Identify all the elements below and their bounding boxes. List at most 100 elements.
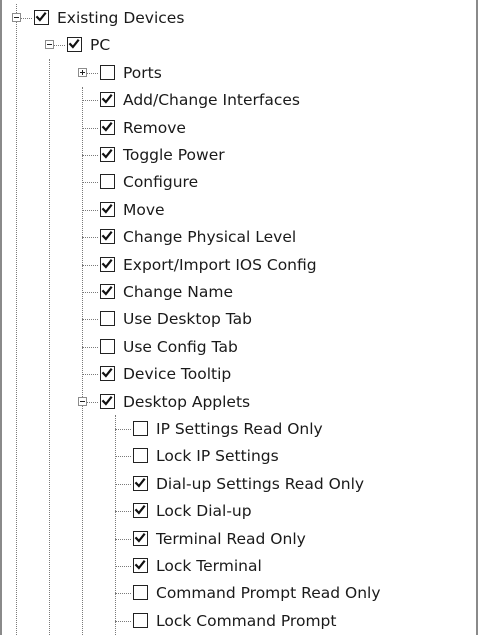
checkbox-checked[interactable]: [100, 201, 115, 217]
tree-node-move[interactable]: Move: [0, 197, 470, 224]
collapse-icon[interactable]: [45, 40, 54, 50]
tree-node-label: Command Prompt Read Only: [156, 584, 381, 603]
tree-node-device-tooltip[interactable]: Device Tooltip: [0, 361, 470, 388]
checkbox-checked[interactable]: [133, 503, 148, 519]
checkmark-icon: [101, 203, 113, 214]
tree-connector: [82, 237, 98, 239]
checkmark-icon: [134, 560, 146, 570]
tree-node-label: Lock IP Settings: [156, 447, 279, 466]
tree-connector: [82, 127, 98, 129]
tree-node-label: IP Settings Read Only: [156, 420, 323, 438]
tree-node-use-desktop-tab[interactable]: Use Desktop Tab: [0, 306, 470, 333]
checkbox-unchecked[interactable]: [133, 585, 148, 601]
checkmark-icon: [101, 121, 113, 132]
tree-connector: [82, 319, 98, 321]
tree-node-label: Lock Command Prompt: [156, 611, 337, 630]
checkbox-checked[interactable]: [100, 119, 115, 135]
checkbox-checked[interactable]: [100, 393, 115, 409]
tree-node-label: Remove: [123, 118, 186, 137]
checkbox-checked[interactable]: [34, 10, 49, 25]
tree-node-label: Change Name: [123, 283, 233, 301]
tree-node-export-import-ios-config[interactable]: Export/Import IOS Config: [0, 252, 470, 279]
tree-node-command-prompt-read-only[interactable]: Command Prompt Read Only: [0, 580, 470, 607]
checkmark-icon: [134, 477, 146, 488]
tree-node-label: Desktop Applets: [123, 392, 251, 411]
tree-node-lock-terminal[interactable]: Lock Terminal: [0, 553, 470, 580]
checkbox-checked[interactable]: [133, 558, 148, 573]
tree-connector: [82, 374, 98, 376]
tree-node-label: Use Desktop Tab: [123, 310, 252, 329]
tree-node-label: Device Tooltip: [123, 365, 232, 384]
tree-connector: [115, 483, 131, 485]
checkbox-unchecked[interactable]: [133, 448, 148, 464]
tree-connector: [115, 511, 131, 513]
checkmark-icon: [101, 286, 113, 296]
tree-node-label: Dial-up Settings Read Only: [156, 474, 365, 493]
tree-node-label: Export/Import IOS Config: [123, 255, 317, 274]
tree-connector: [82, 264, 98, 266]
tree-connector: [115, 429, 131, 430]
tree-node-label: Configure: [123, 173, 199, 192]
tree-node-ip-settings-read-only[interactable]: IP Settings Read Only: [0, 416, 470, 443]
checkmark-icon: [101, 395, 113, 406]
checkbox-checked[interactable]: [100, 92, 115, 108]
tree-node-configure[interactable]: Configure: [0, 169, 470, 196]
tree-node-label: Use Config Tab: [123, 337, 238, 356]
tree-node-add-change-interfaces[interactable]: Add/Change Interfaces: [0, 87, 470, 114]
tree-node-label: Existing Devices: [57, 9, 185, 27]
tree-node-lock-dial-up[interactable]: Lock Dial-up: [0, 498, 470, 525]
tree-connector: [115, 566, 131, 567]
tree-connector: [115, 593, 131, 595]
collapse-icon[interactable]: [78, 396, 87, 406]
tree-node-lock-command-prompt[interactable]: Lock Command Prompt: [0, 608, 470, 635]
tree-node-toggle-power[interactable]: Toggle Power: [0, 142, 470, 169]
tree-connector: [82, 100, 98, 102]
checkbox-checked[interactable]: [133, 475, 148, 491]
tree-node-use-config-tab[interactable]: Use Config Tab: [0, 334, 470, 361]
tree-connector: [82, 292, 98, 293]
checkbox-unchecked[interactable]: [100, 338, 115, 354]
checkbox-checked[interactable]: [100, 147, 115, 162]
checkbox-checked[interactable]: [100, 256, 115, 272]
tree-node-label: Move: [123, 200, 165, 219]
tree-node-dial-up-settings-read-only[interactable]: Dial-up Settings Read Only: [0, 471, 470, 498]
checkmark-icon: [134, 505, 146, 515]
tree-node-label: PC: [90, 36, 111, 55]
tree-connector: [115, 456, 131, 458]
tree-node-ports[interactable]: Ports: [0, 60, 470, 87]
tree-node-remove[interactable]: Remove: [0, 115, 470, 142]
tree-connector: [115, 620, 131, 622]
tree-node-label: Ports: [123, 63, 162, 82]
tree-node-change-physical-level[interactable]: Change Physical Level: [0, 224, 470, 251]
tree-node-label: Lock Dial-up: [156, 502, 252, 521]
checkbox-unchecked[interactable]: [133, 612, 148, 628]
tree-node-label: Lock Terminal: [156, 557, 262, 575]
checkbox-checked[interactable]: [133, 530, 148, 546]
checkmark-icon: [101, 94, 113, 104]
tree-connector: [82, 209, 98, 211]
tree-node-label: Add/Change Interfaces: [123, 91, 300, 110]
checkbox-checked[interactable]: [100, 284, 115, 299]
tree-node-terminal-read-only[interactable]: Terminal Read Only: [0, 526, 470, 553]
checkbox-unchecked[interactable]: [100, 174, 115, 190]
checkbox-unchecked[interactable]: [100, 311, 115, 327]
checkmark-icon: [68, 39, 80, 50]
checkbox-unchecked[interactable]: [100, 64, 115, 80]
checkbox-checked[interactable]: [67, 37, 82, 53]
permissions-tree: Existing Devices PC Ports Add/Change Interf…: [0, 0, 478, 635]
checkbox-unchecked[interactable]: [133, 421, 148, 436]
checkmark-icon: [101, 258, 113, 269]
tree-node-change-name[interactable]: Change Name: [0, 279, 470, 306]
checkbox-checked[interactable]: [100, 229, 115, 245]
expand-icon[interactable]: [78, 67, 87, 77]
checkbox-checked[interactable]: [100, 366, 115, 382]
tree-connector: [82, 155, 98, 156]
tree-connector: [82, 346, 98, 348]
tree-node-pc[interactable]: PC: [0, 32, 470, 59]
tree-connector: [115, 538, 131, 540]
tree-node-lock-ip-settings[interactable]: Lock IP Settings: [0, 443, 470, 470]
collapse-icon[interactable]: [12, 13, 21, 22]
tree-node-desktop-applets[interactable]: Desktop Applets: [0, 389, 470, 416]
tree-node-existing-devices[interactable]: Existing Devices: [0, 5, 470, 32]
checkmark-icon: [101, 368, 113, 378]
